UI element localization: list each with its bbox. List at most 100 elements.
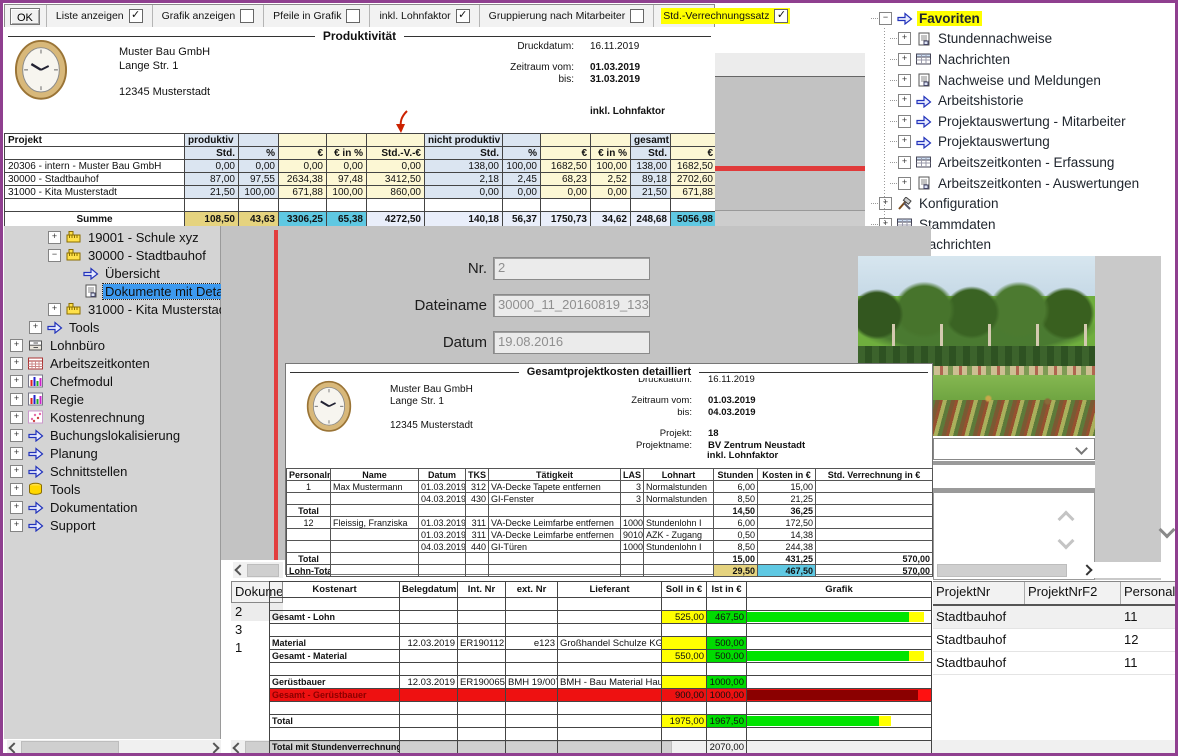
- expander-toggle[interactable]: +: [898, 74, 911, 87]
- table-cell: Stadtbauhof: [933, 629, 1025, 651]
- scroll-down-chevron-icon[interactable]: [1161, 523, 1173, 541]
- expander-toggle[interactable]: +: [898, 177, 911, 190]
- tree-item[interactable]: +Tools: [4, 480, 220, 498]
- document-list-scrollbar[interactable]: [233, 562, 283, 578]
- table-row[interactable]: Stadtbauhof11: [933, 652, 1178, 675]
- expander-toggle[interactable]: +: [10, 447, 23, 460]
- toolbar-checkbox-item[interactable]: Std.-Verrechnungssatz✓: [653, 5, 797, 27]
- tree-item[interactable]: +Arbeitszeitkonten: [4, 354, 220, 372]
- tree-item[interactable]: +Arbeitszeitkonten - Auswertungen: [865, 173, 1175, 194]
- form-field-input[interactable]: 30000_11_20160819_133: [493, 294, 650, 317]
- table-cell: Stadtbauhof: [933, 652, 1025, 674]
- tree-item[interactable]: +Konfiguration: [865, 193, 1175, 214]
- tree-item[interactable]: +Lohnbüro: [4, 336, 220, 354]
- tree-item[interactable]: +Nachrichten: [865, 49, 1175, 70]
- column-header[interactable]: ProjektNrF2: [1025, 582, 1121, 604]
- toolbar-checkbox-item[interactable]: Liste anzeigen✓: [46, 5, 152, 27]
- spin-up-icon[interactable]: [1058, 511, 1075, 528]
- expander-toggle[interactable]: +: [48, 231, 61, 244]
- tree-item[interactable]: +Planung: [4, 444, 220, 462]
- table-cell: 12.03.2019: [400, 676, 458, 689]
- scrollbar-thumb[interactable]: [247, 564, 279, 577]
- toolbar-checkbox-item[interactable]: Grafik anzeigen: [152, 5, 264, 27]
- tree-item[interactable]: +19001 - Schule xyz: [4, 228, 220, 246]
- column-header[interactable]: Personal: [1121, 582, 1177, 604]
- tree-item[interactable]: Dokumente mit Detail: [4, 282, 220, 300]
- tree-item[interactable]: +Chefmodul: [4, 372, 220, 390]
- tree-item[interactable]: +Tools: [4, 318, 220, 336]
- expander-toggle[interactable]: +: [10, 483, 23, 496]
- expander-toggle[interactable]: −: [48, 249, 61, 262]
- expander-toggle[interactable]: +: [29, 321, 42, 334]
- scroll-right-button[interactable]: [207, 740, 221, 755]
- expander-toggle[interactable]: +: [10, 465, 23, 478]
- expander-toggle[interactable]: +: [898, 32, 911, 45]
- table-cell: [558, 650, 662, 663]
- form-field-input[interactable]: 2: [493, 257, 650, 280]
- ok-button[interactable]: OK: [10, 8, 40, 25]
- tree-item[interactable]: +Buchungslokalisierung: [4, 426, 220, 444]
- expander-toggle[interactable]: +: [10, 501, 23, 514]
- toolbar-checkbox-item[interactable]: inkl. Lohnfaktor✓: [369, 5, 478, 27]
- toolbar-checkbox-item[interactable]: Pfeile in Grafik: [263, 5, 369, 27]
- tree-item[interactable]: Übersicht: [4, 264, 220, 282]
- form-field-input[interactable]: 19.08.2016: [493, 331, 650, 354]
- table-row: 04.03.2019430GI-Fenster3Normalstunden8,5…: [287, 493, 933, 505]
- tree-item[interactable]: +31000 - Kita Musterstadt: [4, 300, 220, 318]
- filter-dropdown-1[interactable]: [933, 438, 1095, 460]
- expander-toggle[interactable]: +: [10, 357, 23, 370]
- expander-toggle[interactable]: +: [10, 519, 23, 532]
- checkbox[interactable]: [346, 9, 360, 23]
- checkbox[interactable]: ✓: [456, 9, 470, 23]
- expander-toggle[interactable]: +: [48, 303, 61, 316]
- scroll-left-button[interactable]: [231, 740, 245, 755]
- table-row[interactable]: Stadtbauhof11: [933, 606, 1178, 629]
- tree-item[interactable]: +Arbeitshistorie: [865, 90, 1175, 111]
- tree-item[interactable]: +Projektauswertung: [865, 132, 1175, 153]
- expander-toggle[interactable]: −: [879, 12, 892, 25]
- scrollbar-thumb[interactable]: [21, 741, 119, 754]
- project-table-scrollbar[interactable]: [935, 562, 1178, 578]
- column-header[interactable]: ProjektNr: [933, 582, 1025, 604]
- scroll-right-chevron-icon[interactable]: [1083, 561, 1091, 579]
- form-row: Dateiname30000_11_20160819_133: [383, 294, 650, 317]
- checkbox[interactable]: ✓: [774, 9, 788, 23]
- tree-item[interactable]: −Favoriten: [865, 8, 1175, 29]
- expander-toggle[interactable]: +: [898, 115, 911, 128]
- scrollbar-thumb[interactable]: [937, 564, 1067, 577]
- expander-toggle[interactable]: +: [10, 375, 23, 388]
- table-cell: 5056,98: [671, 212, 717, 227]
- tree-item[interactable]: +Kostenrechnung: [4, 408, 220, 426]
- tree-item[interactable]: +Support: [4, 516, 220, 534]
- tree-item[interactable]: +Stundennachweise: [865, 29, 1175, 50]
- table-row[interactable]: Stadtbauhof12: [933, 629, 1178, 652]
- expander-toggle[interactable]: +: [898, 135, 911, 148]
- checkbox[interactable]: [630, 9, 644, 23]
- expander-toggle[interactable]: +: [10, 429, 23, 442]
- table-cell: 0,00: [367, 160, 425, 173]
- tree-item[interactable]: +Arbeitszeitkonten - Erfassung: [865, 152, 1175, 173]
- tree-item[interactable]: +Dokumentation: [4, 498, 220, 516]
- table-cell: Normalstunden: [644, 481, 714, 493]
- expander-toggle[interactable]: +: [898, 156, 911, 169]
- expander-toggle[interactable]: +: [879, 197, 892, 210]
- checkbox[interactable]: ✓: [129, 9, 143, 23]
- left-horizontal-scrollbar[interactable]: [7, 740, 221, 755]
- expander-toggle[interactable]: +: [898, 94, 911, 107]
- scroll-left-button[interactable]: [233, 562, 247, 578]
- table-cell: [816, 517, 933, 529]
- checkbox[interactable]: [240, 9, 254, 23]
- expander-toggle[interactable]: +: [898, 53, 911, 66]
- tree-item[interactable]: +Nachweise und Meldungen: [865, 70, 1175, 91]
- scroll-left-button[interactable]: [7, 740, 21, 755]
- expander-toggle[interactable]: +: [10, 393, 23, 406]
- tree-item[interactable]: +Schnittstellen: [4, 462, 220, 480]
- expander-toggle[interactable]: +: [10, 411, 23, 424]
- tree-item[interactable]: −30000 - Stadtbauhof: [4, 246, 220, 264]
- tree-item[interactable]: +Regie: [4, 390, 220, 408]
- tree-item[interactable]: +Projektauswertung - Mitarbeiter: [865, 111, 1175, 132]
- spin-down-icon[interactable]: [1058, 533, 1075, 550]
- expander-toggle[interactable]: +: [10, 339, 23, 352]
- toolbar-checkbox-item[interactable]: Gruppierung nach Mitarbeiter: [479, 5, 654, 27]
- right-scroll-track[interactable]: [1095, 256, 1161, 580]
